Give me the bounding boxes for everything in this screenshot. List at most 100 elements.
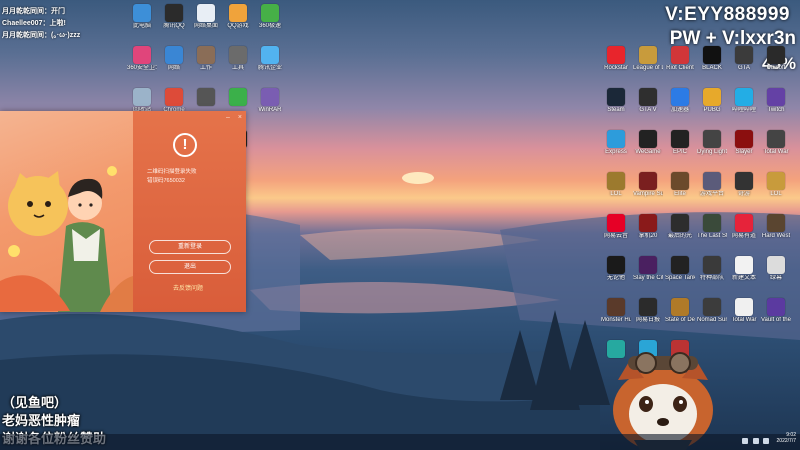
desktop-icon-label: Nomad Survival (697, 317, 727, 323)
clock[interactable]: 9:02 2022/7/7 (777, 432, 796, 444)
desktop-icon[interactable]: 工具 (223, 46, 253, 72)
netease-icon (607, 214, 625, 232)
desktop-icon[interactable]: Slay the City (633, 256, 663, 282)
desktop-icon[interactable]: 加速器 (665, 88, 695, 114)
desktop-icon[interactable]: 工作 (191, 46, 221, 72)
computer-icon (133, 4, 151, 22)
desktop-icon[interactable]: 掌机20 (633, 214, 663, 240)
desktop-icon[interactable]: Nomad Survival (697, 298, 727, 324)
volume-icon[interactable] (752, 437, 759, 444)
qq-game-icon (229, 4, 247, 22)
network-icon[interactable] (742, 437, 749, 444)
desktop-icon[interactable]: GTA (729, 46, 759, 72)
window-controls: – × (220, 114, 242, 121)
desktop-icon-label: Vault of the Void (761, 317, 791, 323)
desktop-icon-label: Hard West (761, 233, 791, 239)
lol-icon (639, 46, 657, 64)
game-icon (735, 130, 753, 148)
desktop-icon[interactable]: 360极速 (255, 4, 285, 30)
exit-button[interactable]: 退出 (149, 260, 231, 274)
desktop-icon[interactable]: LOL (601, 172, 631, 198)
desktop-icon-label: Elite (674, 191, 686, 197)
desktop-icon[interactable]: 网易有道 (729, 214, 759, 240)
desktop-icon-label: 工作 (199, 65, 212, 71)
desktop-icon[interactable]: 网络桌面 (191, 4, 221, 30)
taskbar (0, 434, 800, 450)
app-icon (261, 46, 279, 64)
desktop-icon[interactable]: 360安全卫士 (127, 46, 157, 72)
desktop-icon-label: Dying Light (697, 149, 727, 155)
desktop-icon[interactable]: 无论他 (601, 256, 631, 282)
desktop-icon[interactable]: 哔哩哔哩 (729, 88, 759, 114)
desktop-icon[interactable]: GTA V (633, 88, 663, 114)
desktop-icon[interactable]: WeGame (633, 130, 663, 156)
desktop-icon[interactable]: 新建文本 (729, 256, 759, 282)
desktop-icon[interactable]: Slayer (729, 130, 759, 156)
desktop-icon[interactable]: LOL (761, 172, 791, 198)
desktop-icon[interactable]: 特种部队 (697, 256, 727, 282)
desktop-icon[interactable]: BLACK (697, 46, 727, 72)
game-icon (607, 298, 625, 316)
desktop-icon-label: 绿幕 (769, 275, 782, 281)
desktop-icon[interactable]: 游戏平台 (697, 172, 727, 198)
desktop-icon-label: Rockstar (604, 65, 628, 71)
retry-login-button[interactable]: 重新登录 (149, 240, 231, 254)
desktop-icon-label: 新建文本 (731, 275, 756, 281)
desktop-icon-label: LOL (770, 191, 782, 197)
desktop-icon-label: Total War (763, 149, 789, 155)
close-button[interactable]: × (238, 114, 242, 121)
desktop-icon[interactable]: State of Decay 2 (665, 298, 695, 324)
desktop-icon[interactable]: Elite (665, 172, 695, 198)
desktop-icon-label: The Last Stand (697, 233, 727, 239)
desktop-icon[interactable]: Space Tanks (665, 256, 695, 282)
desktop-icon[interactable]: Hard West (761, 214, 791, 240)
desktop-icon[interactable]: League of Legends (633, 46, 663, 72)
login-error-dialog: – × ! 二维码扫描登录失败 错误码7650032 重新登录 退出 去反馈问题 (0, 111, 246, 312)
desktop-icon-label: EPIC (672, 149, 687, 155)
desktop-icon[interactable]: Dying Light (697, 130, 727, 156)
desktop-icon-label: 加速器 (670, 107, 689, 113)
desktop-icon[interactable]: Rockstar (601, 46, 631, 72)
desktop-icon[interactable]: Twitch (761, 88, 791, 114)
danmaku-line: 月月乾乾同间：开门 (2, 8, 65, 15)
riot-icon (671, 46, 689, 64)
desktop-icon[interactable]: PUBG (697, 88, 727, 114)
desktop-icon[interactable]: WinRAR (255, 88, 285, 114)
desktop-icon[interactable]: Monster Hunter (601, 298, 631, 324)
input-method-icon[interactable] (763, 437, 770, 444)
desktop-icon[interactable]: 网易云音 (601, 214, 631, 240)
desktop-icon[interactable]: Steam (601, 88, 631, 114)
desktop-icon-label: GTA V (639, 107, 657, 113)
desktop-icon[interactable]: Vampire Survivors (633, 172, 663, 198)
desktop-icon[interactable]: 此电脑 (127, 4, 157, 30)
streamer-id-overlay: V:EYY888999 (665, 4, 790, 25)
desktop-icon[interactable]: Total War (761, 130, 791, 156)
minimize-button[interactable]: – (226, 114, 230, 121)
desktop-icon[interactable]: EPIC (665, 130, 695, 156)
desktop-icon[interactable]: 网易日报 (633, 298, 663, 324)
desktop-icon-label: BLACK (702, 65, 722, 71)
desktop-icon[interactable] (191, 88, 221, 107)
steam-icon (607, 88, 625, 106)
desktop-icon[interactable]: 腾讯企业 (255, 46, 285, 72)
desktop-icon[interactable]: 腾讯QQ (159, 4, 189, 30)
desktop-icon-label: Total War (731, 317, 757, 323)
desktop-icon[interactable]: 奇游 (729, 172, 759, 198)
desktop-icon[interactable]: Vault of the Void (761, 298, 791, 324)
desktop-icon[interactable]: Ubisoft (761, 46, 791, 72)
desktop-icon-label: 工具 (231, 65, 244, 71)
speed-icon (671, 88, 689, 106)
desktop-icon[interactable]: QQ游戏 (223, 4, 253, 30)
desktop-icon-label: 腾讯QQ (163, 23, 185, 29)
desktop-icon[interactable]: 绿幕 (761, 256, 791, 282)
desktop-icon[interactable]: Express (601, 130, 631, 156)
error-title: 二维码扫描登录失败 (147, 169, 197, 175)
desktop-icon-label: 360极速 (258, 23, 281, 29)
desktop-icon[interactable]: 网络 (159, 46, 189, 72)
desktop-icon[interactable]: The Last Stand (697, 214, 727, 240)
desktop-icon[interactable]: 最后的光 (665, 214, 695, 240)
desktop-icon[interactable]: Riot Client (665, 46, 695, 72)
desktop-icon[interactable]: Total War (729, 298, 759, 324)
feedback-link[interactable]: 去反馈问题 (173, 283, 203, 292)
desktop-icon[interactable] (223, 88, 253, 107)
